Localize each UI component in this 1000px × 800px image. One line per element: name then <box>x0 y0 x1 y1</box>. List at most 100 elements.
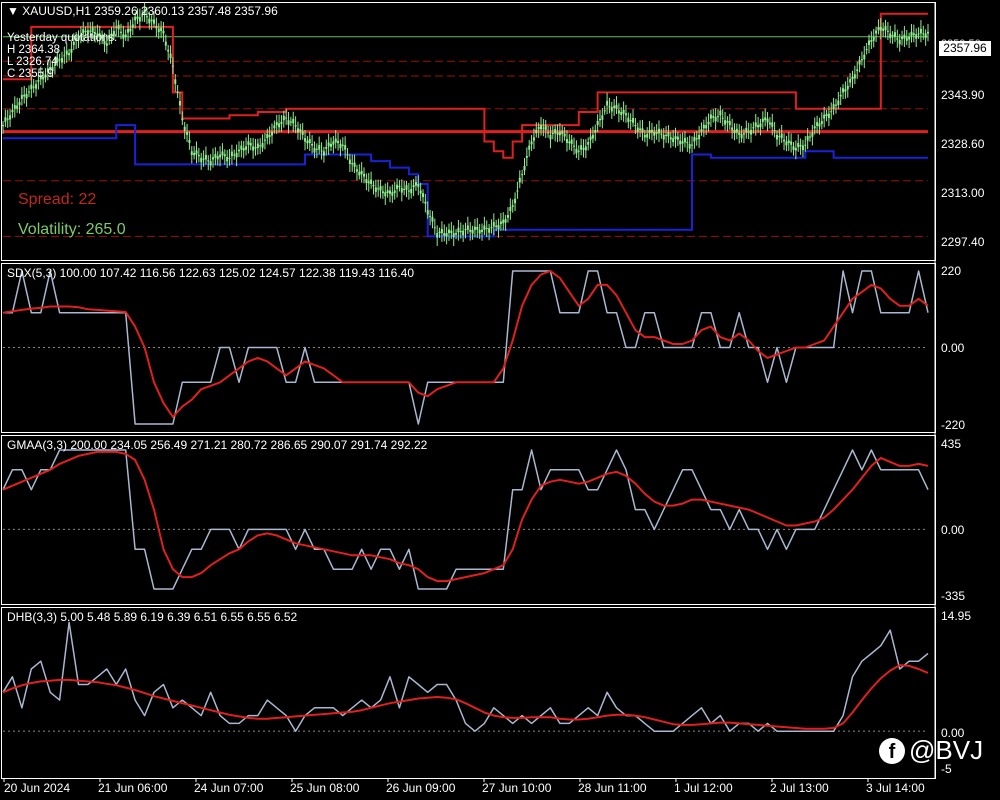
candle-body <box>405 185 408 190</box>
candle-body <box>653 131 656 136</box>
quote-header: Yesterday quotations: <box>7 32 118 44</box>
y-tick-gmaa: 435 <box>941 437 962 451</box>
candle-body <box>738 132 741 135</box>
candle-body <box>919 28 922 34</box>
candle-body <box>780 133 783 139</box>
candle-body <box>816 122 819 126</box>
candle-body <box>844 89 847 92</box>
candle-body <box>379 186 382 191</box>
candle-body <box>287 120 290 125</box>
y-tick-sdx: -220 <box>941 418 966 432</box>
candle-body <box>348 159 351 164</box>
candle-body <box>372 185 375 187</box>
candle-body <box>219 154 222 158</box>
candle-body <box>476 226 479 230</box>
candle-body <box>13 105 16 109</box>
watermark-text: @BVJ <box>909 735 984 765</box>
candle-body <box>726 120 729 123</box>
dropdown-triangle-icon[interactable]: ▼ <box>7 4 19 18</box>
candle-body <box>384 192 387 197</box>
candle-body <box>23 94 26 97</box>
candle-body <box>266 133 269 139</box>
candle-body <box>799 144 802 147</box>
candle-body <box>837 100 840 106</box>
candle-body <box>905 37 908 41</box>
dhb-title: DHB(3,3) 5.00 5.48 5.89 6.19 6.39 6.51 6… <box>7 610 298 624</box>
candle-body <box>122 34 125 39</box>
candle-body <box>410 188 413 194</box>
candle-body <box>707 121 710 125</box>
candle-body <box>131 24 134 28</box>
candle-body <box>176 91 179 93</box>
candle-body <box>426 210 429 215</box>
candle-body <box>209 161 212 166</box>
candle-body <box>580 145 583 150</box>
candle-body <box>660 133 663 135</box>
candle-body <box>806 136 809 141</box>
y-tick-dhb: 14.95 <box>941 609 972 623</box>
candle-body <box>471 229 474 234</box>
candle-body <box>570 139 573 144</box>
candle-body <box>910 31 913 36</box>
series-signal-line <box>2 450 929 583</box>
candle-body <box>119 31 122 33</box>
candle-body <box>339 143 342 149</box>
candle-body <box>292 118 295 124</box>
candle-body <box>358 171 361 176</box>
y-tick-main: 2343.90 <box>941 88 985 102</box>
candle-body <box>558 131 561 136</box>
candle-body <box>464 228 467 230</box>
candle-body <box>624 113 627 116</box>
candle-body <box>445 233 448 237</box>
candle-body <box>245 146 248 150</box>
candle-body <box>388 190 391 194</box>
candle-body <box>617 110 620 114</box>
candle-body <box>801 145 804 151</box>
candle-body <box>117 24 120 30</box>
series-signal-line <box>2 664 929 730</box>
candle-body <box>393 190 396 193</box>
candle-body <box>679 140 682 145</box>
candle-body <box>188 139 191 144</box>
candle-body <box>811 132 814 137</box>
candle-body <box>877 27 880 31</box>
candle-body <box>127 28 130 33</box>
y-tick-main: 2313.00 <box>941 186 985 200</box>
x-tick: 28 Jun 11:00 <box>578 781 647 795</box>
candle-body <box>775 134 778 140</box>
candle-body <box>230 151 233 157</box>
candle-body <box>714 116 717 122</box>
candle-body <box>750 130 753 135</box>
candle-body <box>698 134 701 140</box>
candle-body <box>183 126 186 131</box>
candle-body <box>202 158 205 160</box>
candle-body <box>537 126 540 130</box>
candle-body <box>504 219 507 223</box>
candle-body <box>412 185 415 188</box>
candle-body <box>271 131 274 136</box>
candle-body <box>273 125 276 129</box>
candle-body <box>301 131 304 135</box>
candle-body <box>733 130 736 134</box>
candle-body <box>622 109 625 114</box>
candle-body <box>197 154 200 157</box>
candle-body <box>691 144 694 146</box>
candle-body <box>813 126 816 129</box>
candle-body <box>58 59 61 61</box>
candle-body <box>523 166 526 171</box>
candle-body <box>367 181 370 184</box>
candle-body <box>547 132 550 134</box>
candle-body <box>259 145 262 147</box>
candle-body <box>181 118 184 121</box>
candle-body <box>724 120 727 125</box>
candle-body <box>329 143 332 147</box>
candle-body <box>344 145 347 150</box>
candle-body <box>721 117 724 119</box>
candle-body <box>849 79 852 83</box>
candle-body <box>556 132 559 135</box>
candle-body <box>629 120 632 122</box>
y-tick-gmaa: -335 <box>941 589 966 603</box>
x-tick: 24 Jun 07:00 <box>194 781 264 795</box>
candle-body <box>433 227 436 229</box>
candle-body <box>6 118 9 120</box>
